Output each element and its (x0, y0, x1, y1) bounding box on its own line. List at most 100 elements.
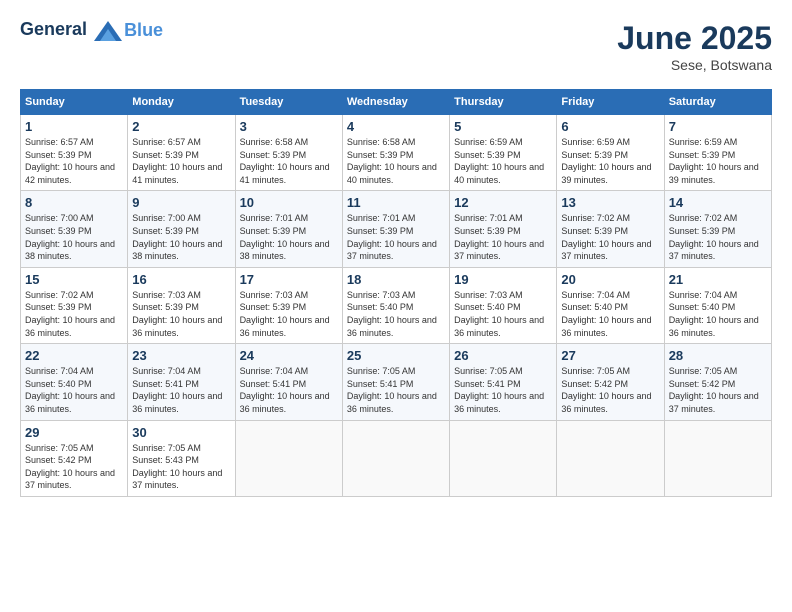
daylight-label: Daylight: 10 hours and 37 minutes. (347, 239, 437, 262)
day-number: 15 (25, 272, 123, 287)
day-number: 17 (240, 272, 338, 287)
day-number: 14 (669, 195, 767, 210)
empty-cell (557, 420, 664, 496)
day-info: Sunrise: 7:00 AM Sunset: 5:39 PM Dayligh… (25, 212, 123, 262)
day-cell-7: 7 Sunrise: 6:59 AM Sunset: 5:39 PM Dayli… (664, 115, 771, 191)
day-info: Sunrise: 7:05 AM Sunset: 5:42 PM Dayligh… (25, 442, 123, 492)
daylight-label: Daylight: 10 hours and 41 minutes. (132, 162, 222, 185)
calendar-week-2: 8 Sunrise: 7:00 AM Sunset: 5:39 PM Dayli… (21, 191, 772, 267)
daylight-label: Daylight: 10 hours and 37 minutes. (669, 239, 759, 262)
day-number: 24 (240, 348, 338, 363)
day-info: Sunrise: 7:01 AM Sunset: 5:39 PM Dayligh… (347, 212, 445, 262)
day-number: 3 (240, 119, 338, 134)
weekday-header-wednesday: Wednesday (342, 90, 449, 115)
sunset-label: Sunset: 5:42 PM (669, 379, 736, 389)
day-cell-25: 25 Sunrise: 7:05 AM Sunset: 5:41 PM Dayl… (342, 344, 449, 420)
day-cell-23: 23 Sunrise: 7:04 AM Sunset: 5:41 PM Dayl… (128, 344, 235, 420)
day-number: 25 (347, 348, 445, 363)
sunrise-label: Sunrise: 7:01 AM (240, 213, 309, 223)
day-cell-19: 19 Sunrise: 7:03 AM Sunset: 5:40 PM Dayl… (450, 267, 557, 343)
daylight-label: Daylight: 10 hours and 37 minutes. (669, 391, 759, 414)
day-cell-28: 28 Sunrise: 7:05 AM Sunset: 5:42 PM Dayl… (664, 344, 771, 420)
day-cell-29: 29 Sunrise: 7:05 AM Sunset: 5:42 PM Dayl… (21, 420, 128, 496)
daylight-label: Daylight: 10 hours and 37 minutes. (25, 468, 115, 491)
day-cell-26: 26 Sunrise: 7:05 AM Sunset: 5:41 PM Dayl… (450, 344, 557, 420)
day-number: 16 (132, 272, 230, 287)
day-info: Sunrise: 7:03 AM Sunset: 5:40 PM Dayligh… (347, 289, 445, 339)
daylight-label: Daylight: 10 hours and 36 minutes. (561, 391, 651, 414)
sunset-label: Sunset: 5:39 PM (561, 226, 628, 236)
empty-cell (664, 420, 771, 496)
daylight-label: Daylight: 10 hours and 40 minutes. (347, 162, 437, 185)
day-cell-27: 27 Sunrise: 7:05 AM Sunset: 5:42 PM Dayl… (557, 344, 664, 420)
day-info: Sunrise: 7:05 AM Sunset: 5:42 PM Dayligh… (561, 365, 659, 415)
sunrise-label: Sunrise: 7:04 AM (669, 290, 738, 300)
day-cell-17: 17 Sunrise: 7:03 AM Sunset: 5:39 PM Dayl… (235, 267, 342, 343)
day-cell-22: 22 Sunrise: 7:04 AM Sunset: 5:40 PM Dayl… (21, 344, 128, 420)
sunset-label: Sunset: 5:39 PM (347, 150, 414, 160)
day-cell-20: 20 Sunrise: 7:04 AM Sunset: 5:40 PM Dayl… (557, 267, 664, 343)
weekday-header-tuesday: Tuesday (235, 90, 342, 115)
day-number: 29 (25, 425, 123, 440)
daylight-label: Daylight: 10 hours and 36 minutes. (347, 315, 437, 338)
daylight-label: Daylight: 10 hours and 36 minutes. (132, 315, 222, 338)
day-cell-18: 18 Sunrise: 7:03 AM Sunset: 5:40 PM Dayl… (342, 267, 449, 343)
day-number: 9 (132, 195, 230, 210)
daylight-label: Daylight: 10 hours and 36 minutes. (454, 315, 544, 338)
sunset-label: Sunset: 5:41 PM (132, 379, 199, 389)
daylight-label: Daylight: 10 hours and 36 minutes. (25, 315, 115, 338)
weekday-header-monday: Monday (128, 90, 235, 115)
day-info: Sunrise: 7:02 AM Sunset: 5:39 PM Dayligh… (669, 212, 767, 262)
daylight-label: Daylight: 10 hours and 36 minutes. (132, 391, 222, 414)
sunset-label: Sunset: 5:39 PM (25, 302, 92, 312)
day-info: Sunrise: 7:02 AM Sunset: 5:39 PM Dayligh… (561, 212, 659, 262)
calendar-week-5: 29 Sunrise: 7:05 AM Sunset: 5:42 PM Dayl… (21, 420, 772, 496)
day-cell-9: 9 Sunrise: 7:00 AM Sunset: 5:39 PM Dayli… (128, 191, 235, 267)
daylight-label: Daylight: 10 hours and 39 minutes. (669, 162, 759, 185)
day-cell-13: 13 Sunrise: 7:02 AM Sunset: 5:39 PM Dayl… (557, 191, 664, 267)
day-info: Sunrise: 7:04 AM Sunset: 5:40 PM Dayligh… (669, 289, 767, 339)
logo: General Blue (20, 20, 163, 41)
day-number: 18 (347, 272, 445, 287)
day-cell-5: 5 Sunrise: 6:59 AM Sunset: 5:39 PM Dayli… (450, 115, 557, 191)
day-info: Sunrise: 6:57 AM Sunset: 5:39 PM Dayligh… (25, 136, 123, 186)
sunrise-label: Sunrise: 6:59 AM (454, 137, 523, 147)
sunrise-label: Sunrise: 6:57 AM (132, 137, 201, 147)
daylight-label: Daylight: 10 hours and 40 minutes. (454, 162, 544, 185)
day-number: 12 (454, 195, 552, 210)
sunrise-label: Sunrise: 6:58 AM (347, 137, 416, 147)
sunset-label: Sunset: 5:39 PM (240, 150, 307, 160)
sunrise-label: Sunrise: 7:00 AM (132, 213, 201, 223)
day-cell-6: 6 Sunrise: 6:59 AM Sunset: 5:39 PM Dayli… (557, 115, 664, 191)
day-cell-15: 15 Sunrise: 7:02 AM Sunset: 5:39 PM Dayl… (21, 267, 128, 343)
daylight-label: Daylight: 10 hours and 37 minutes. (561, 239, 651, 262)
sunset-label: Sunset: 5:41 PM (240, 379, 307, 389)
sunrise-label: Sunrise: 6:59 AM (669, 137, 738, 147)
day-cell-10: 10 Sunrise: 7:01 AM Sunset: 5:39 PM Dayl… (235, 191, 342, 267)
sunset-label: Sunset: 5:41 PM (454, 379, 521, 389)
sunrise-label: Sunrise: 7:02 AM (561, 213, 630, 223)
daylight-label: Daylight: 10 hours and 38 minutes. (240, 239, 330, 262)
location: Sese, Botswana (617, 57, 772, 73)
page-header: General Blue June 2025 Sese, Botswana (20, 20, 772, 73)
day-info: Sunrise: 7:02 AM Sunset: 5:39 PM Dayligh… (25, 289, 123, 339)
sunrise-label: Sunrise: 7:03 AM (132, 290, 201, 300)
sunrise-label: Sunrise: 7:04 AM (240, 366, 309, 376)
day-cell-2: 2 Sunrise: 6:57 AM Sunset: 5:39 PM Dayli… (128, 115, 235, 191)
weekday-header-thursday: Thursday (450, 90, 557, 115)
calendar-table: SundayMondayTuesdayWednesdayThursdayFrid… (20, 89, 772, 497)
sunrise-label: Sunrise: 6:57 AM (25, 137, 94, 147)
daylight-label: Daylight: 10 hours and 36 minutes. (561, 315, 651, 338)
sunset-label: Sunset: 5:39 PM (669, 150, 736, 160)
sunset-label: Sunset: 5:42 PM (561, 379, 628, 389)
day-info: Sunrise: 7:04 AM Sunset: 5:40 PM Dayligh… (25, 365, 123, 415)
day-info: Sunrise: 7:00 AM Sunset: 5:39 PM Dayligh… (132, 212, 230, 262)
sunset-label: Sunset: 5:39 PM (347, 226, 414, 236)
daylight-label: Daylight: 10 hours and 36 minutes. (347, 391, 437, 414)
weekday-header-friday: Friday (557, 90, 664, 115)
daylight-label: Daylight: 10 hours and 36 minutes. (25, 391, 115, 414)
day-number: 21 (669, 272, 767, 287)
sunset-label: Sunset: 5:40 PM (561, 302, 628, 312)
day-cell-24: 24 Sunrise: 7:04 AM Sunset: 5:41 PM Dayl… (235, 344, 342, 420)
sunrise-label: Sunrise: 7:03 AM (454, 290, 523, 300)
